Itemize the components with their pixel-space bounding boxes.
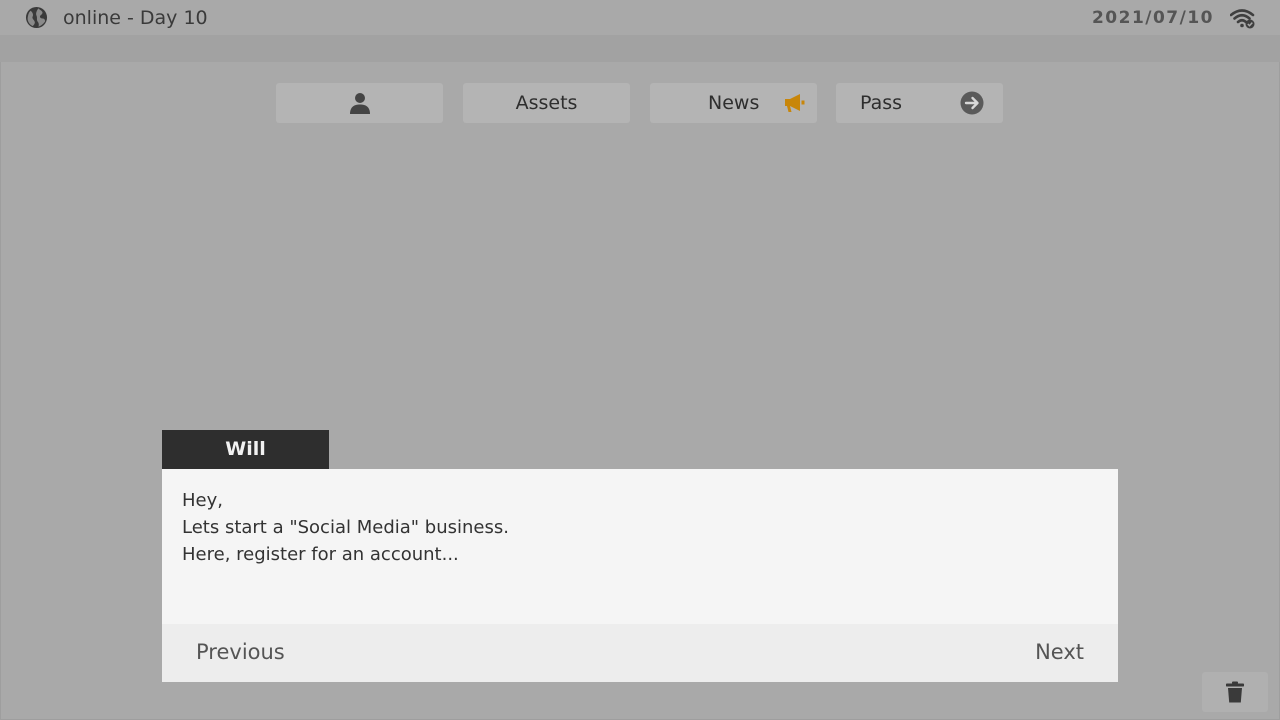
pass-button[interactable]: Pass bbox=[836, 83, 1003, 123]
dialog-line: Lets start a "Social Media" business. bbox=[182, 517, 509, 538]
dialog-footer: Previous Next bbox=[162, 624, 1118, 682]
profile-button[interactable] bbox=[276, 83, 443, 123]
previous-button[interactable]: Previous bbox=[196, 640, 285, 664]
dialog-line: Hey, bbox=[182, 490, 223, 511]
arrow-right-circle-icon bbox=[960, 91, 984, 115]
globe-icon bbox=[25, 6, 48, 29]
megaphone-icon bbox=[785, 94, 805, 112]
date-display: 2021/07/10 bbox=[1091, 8, 1214, 28]
pass-button-label: Pass bbox=[860, 92, 903, 114]
app-title: online - Day 10 bbox=[63, 7, 208, 29]
speaker-name-tab: Will bbox=[162, 430, 329, 469]
wifi-icon bbox=[1230, 9, 1255, 29]
assets-button[interactable]: Assets bbox=[463, 83, 630, 123]
news-button-label: News bbox=[708, 92, 760, 114]
trash-icon bbox=[1226, 681, 1244, 703]
dialog-body: Hey, Lets start a "Social Media" busines… bbox=[162, 469, 1118, 624]
status-bar: online - Day 10 2021/07/10 bbox=[0, 0, 1280, 35]
assets-button-label: Assets bbox=[515, 92, 578, 114]
person-icon bbox=[350, 93, 370, 114]
dialog-line: Here, register for an account... bbox=[182, 544, 459, 565]
next-button[interactable]: Next bbox=[1035, 640, 1084, 664]
news-button[interactable]: News bbox=[650, 83, 817, 123]
sub-bar bbox=[0, 35, 1280, 62]
trash-button[interactable] bbox=[1202, 672, 1268, 712]
